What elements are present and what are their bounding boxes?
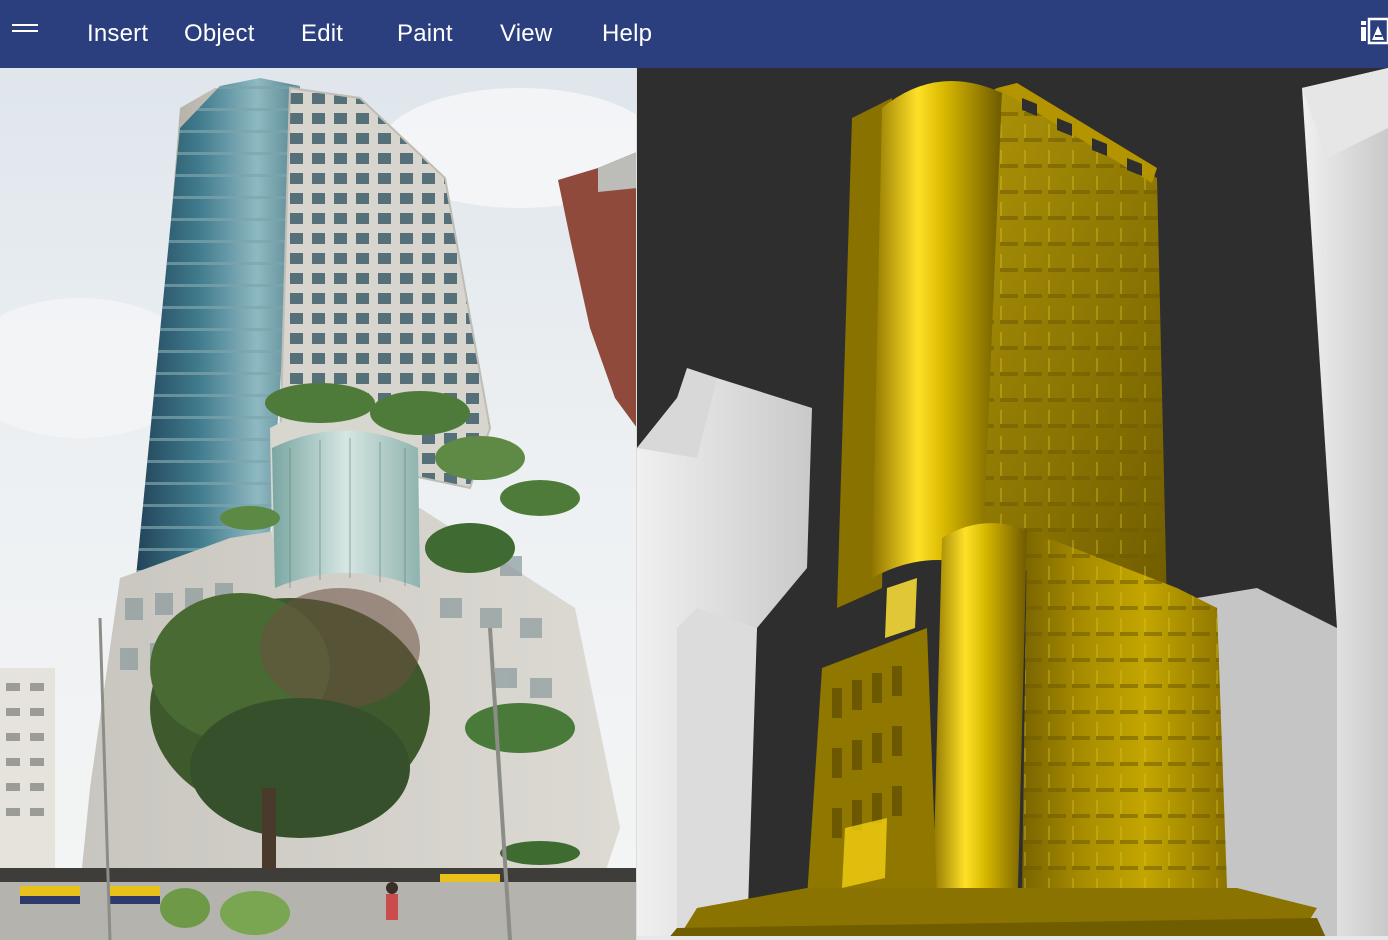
- menu-paint[interactable]: Paint: [397, 19, 453, 49]
- hamburger-menu-icon[interactable]: [12, 24, 38, 40]
- menu-bar: Insert Object Edit Paint View Help: [0, 0, 1388, 68]
- menu-edit[interactable]: Edit: [301, 19, 343, 49]
- building-photo: [0, 68, 637, 940]
- menu-help[interactable]: Help: [602, 19, 652, 49]
- menu-insert[interactable]: Insert: [87, 19, 148, 49]
- menu-object[interactable]: Object: [184, 19, 255, 49]
- model-viewport[interactable]: [637, 68, 1388, 940]
- menu-view[interactable]: View: [500, 19, 552, 49]
- image-panel-icon[interactable]: [1360, 16, 1388, 46]
- photo-viewport[interactable]: [0, 68, 637, 940]
- gold-building-model: [637, 68, 1388, 940]
